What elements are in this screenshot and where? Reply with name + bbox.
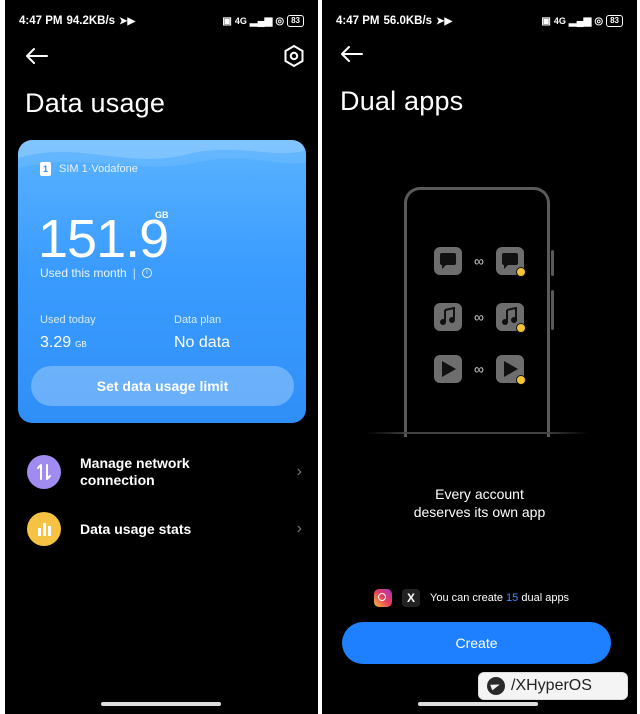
data-usage-screen: 4:47 PM 94.2KB/s ➤ ▶ ▣ 4G ▂▄▆ ◎ 83 Data … <box>5 0 318 714</box>
chevron-right-icon: › <box>296 520 302 537</box>
sim-icon: ▣ <box>541 15 551 27</box>
monthly-usage-unit: GB <box>155 210 169 220</box>
signal-icon: ▂▄▆ <box>249 15 273 27</box>
data-usage-stats-item[interactable]: Data usage stats › <box>27 512 302 546</box>
phone-side-button <box>551 290 554 330</box>
page-title: Data usage <box>25 88 166 118</box>
used-today-unit: GB <box>75 340 87 349</box>
status-speed: 56.0KB/s <box>383 15 433 27</box>
sim-selector[interactable]: 1 SIM 1·Vodafone <box>40 162 138 176</box>
clone-badge-icon <box>515 323 526 333</box>
phone-side-button <box>551 250 554 276</box>
dual-app-pair: ∞ <box>434 302 526 333</box>
signal-icon: ▂▄▆ <box>568 15 592 27</box>
tagline-line1: Every account <box>435 486 524 502</box>
hotspot-icon: ◎ <box>275 15 285 27</box>
sim-icon: ▣ <box>222 15 232 27</box>
manage-network-label: Manage network connection <box>80 455 260 489</box>
network-type: 4G <box>234 16 247 26</box>
chevron-right-icon: › <box>296 463 302 480</box>
play-icon <box>495 355 526 385</box>
used-today-value: 3.29 GB <box>40 334 87 352</box>
count-prefix: You can create <box>430 592 507 604</box>
instagram-icon <box>374 589 392 607</box>
telegram-logo-icon <box>487 677 505 695</box>
monthly-caption-text: Used this month <box>40 266 127 280</box>
music-note-icon <box>495 303 526 333</box>
home-indicator[interactable] <box>101 702 221 706</box>
infinity-icon: ∞ <box>474 361 484 377</box>
x-twitter-icon: X <box>402 589 420 607</box>
data-plan-value[interactable]: No data <box>174 334 230 352</box>
create-button[interactable]: Create <box>342 622 611 664</box>
count-number: 15 <box>506 592 519 604</box>
monthly-usage-caption: Used this month | i <box>40 266 152 280</box>
phone-illustration: ∞ ∞ ∞ <box>404 187 554 437</box>
battery-icon: 83 <box>287 15 304 27</box>
watermark-text: /XHyperOS <box>511 677 592 694</box>
tagline: Every account deserves its own app <box>322 485 637 521</box>
youtube-icon: ▶ <box>127 15 136 27</box>
watermark: /XHyperOS <box>478 672 628 700</box>
count-suffix: dual apps <box>518 592 570 604</box>
sim-label: SIM 1·Vodafone <box>59 163 138 175</box>
play-icon <box>434 355 462 383</box>
monthly-usage-value: 151.9 <box>38 209 169 269</box>
chat-icon <box>495 247 526 277</box>
status-bar: 4:47 PM 94.2KB/s ➤ ▶ ▣ 4G ▂▄▆ ◎ 83 <box>19 12 304 30</box>
dual-apps-info: X You can create 15 dual apps <box>374 589 569 607</box>
tagline-line2: deserves its own app <box>413 504 546 520</box>
bar-chart-icon <box>27 512 61 546</box>
manage-network-item[interactable]: Manage network connection › <box>27 455 302 489</box>
used-today-number: 3.29 <box>40 334 72 351</box>
clone-badge-icon <box>515 375 526 385</box>
network-type: 4G <box>553 16 566 26</box>
youtube-icon: ▶ <box>444 15 453 27</box>
dual-apps-screen: 4:47 PM 56.0KB/s ➤ ▶ ▣ 4G ▂▄▆ ◎ 83 Dual … <box>322 0 637 714</box>
set-data-limit-button[interactable]: Set data usage limit <box>31 366 294 406</box>
clone-badge-icon <box>515 267 526 277</box>
battery-icon: 83 <box>606 15 623 27</box>
info-icon[interactable]: i <box>141 268 152 278</box>
data-plan-label: Data plan <box>174 314 222 326</box>
music-note-icon <box>434 303 462 331</box>
status-time: 4:47 PM <box>336 15 380 27</box>
manage-network-label-line2: connection <box>80 472 155 488</box>
home-indicator[interactable] <box>418 702 538 706</box>
sim-card-icon: 1 <box>40 162 51 176</box>
dual-app-pair: ∞ <box>434 246 526 277</box>
arrows-updown-icon <box>27 455 61 489</box>
data-usage-card: 1 SIM 1·Vodafone 151.9 GB Used this mont… <box>18 140 306 423</box>
dual-app-pair: ∞ <box>434 354 526 385</box>
settings-gear-icon[interactable] <box>282 44 306 68</box>
status-speed: 94.2KB/s <box>66 15 116 27</box>
back-arrow-icon[interactable] <box>23 44 51 68</box>
data-usage-stats-label: Data usage stats <box>80 520 192 537</box>
status-bar: 4:47 PM 56.0KB/s ➤ ▶ ▣ 4G ▂▄▆ ◎ 83 <box>336 12 623 30</box>
infinity-icon: ∞ <box>474 253 484 269</box>
chat-icon <box>434 247 462 275</box>
used-today-label: Used today <box>40 314 96 326</box>
hotspot-icon: ◎ <box>594 15 604 27</box>
dual-apps-count-text: You can create 15 dual apps <box>430 592 569 604</box>
infinity-icon: ∞ <box>474 309 484 325</box>
back-arrow-icon[interactable] <box>338 42 366 66</box>
manage-network-label-line1: Manage network <box>80 455 190 471</box>
illustration-baseline <box>366 432 588 434</box>
status-time: 4:47 PM <box>19 15 63 27</box>
page-title: Dual apps <box>340 86 464 116</box>
